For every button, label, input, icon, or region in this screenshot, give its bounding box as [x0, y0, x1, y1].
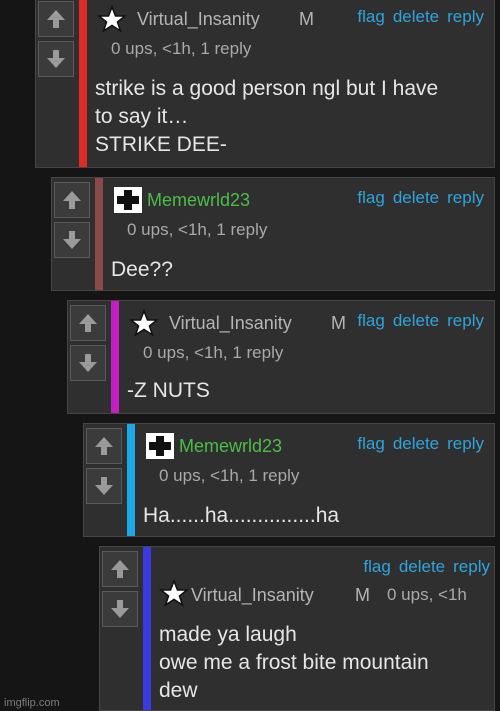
star-icon	[159, 579, 189, 607]
comment-text: strike is a good person ngl but I have t…	[95, 77, 439, 156]
star-icon	[129, 309, 159, 337]
comment-body: Virtual_Insanity M flag delete reply 0 u…	[119, 301, 494, 413]
comment-text: Ha......ha...............ha	[143, 504, 340, 527]
flag-link[interactable]: flag	[357, 7, 384, 27]
comment-actions: flag delete reply	[357, 434, 484, 454]
username-link[interactable]: Virtual_Insanity	[169, 313, 292, 334]
comment-text: made ya laugh owe me a frost bite mounta…	[159, 623, 429, 702]
upvote-button[interactable]	[86, 428, 122, 464]
comment-body: Memewrld23 flag delete reply 0 ups, <1h,…	[103, 178, 494, 290]
arrow-up-icon	[111, 560, 129, 578]
delete-link[interactable]: delete	[393, 7, 439, 27]
comment-text: Dee??	[111, 258, 173, 281]
comment: flag delete reply Virtual_Insanity M 0 u…	[99, 546, 495, 711]
upvote-button[interactable]	[54, 182, 90, 218]
vote-controls	[68, 301, 111, 381]
reply-link[interactable]: reply	[447, 311, 484, 331]
role-badge: M	[331, 313, 346, 333]
cross-icon	[146, 433, 174, 459]
thread-depth-bar	[143, 547, 151, 710]
reply-link[interactable]: reply	[447, 7, 484, 27]
comment: Virtual_Insanity M flag delete reply 0 u…	[67, 300, 495, 414]
arrow-up-icon	[95, 437, 113, 455]
downvote-button[interactable]	[70, 345, 106, 381]
arrow-up-icon	[79, 314, 97, 332]
comment-body: Virtual_Insanity M flag delete reply 0 u…	[87, 0, 494, 167]
comment-actions: flag delete reply	[357, 188, 484, 208]
watermark: imgflip.com	[4, 697, 60, 709]
upvote-button[interactable]	[38, 1, 74, 37]
upvote-button[interactable]	[70, 305, 106, 341]
role-badge: M	[355, 585, 370, 605]
upvote-button[interactable]	[102, 551, 138, 587]
cross-icon	[114, 187, 142, 213]
arrow-up-icon	[63, 191, 81, 209]
vote-controls	[52, 178, 95, 258]
downvote-button[interactable]	[102, 591, 138, 627]
flag-link[interactable]: flag	[357, 434, 384, 454]
username-link[interactable]: Memewrld23	[179, 436, 282, 457]
thread-depth-bar	[127, 424, 135, 536]
comment-meta: 0 ups, <1h, 1 reply	[143, 343, 284, 362]
comment-actions: flag delete reply	[357, 311, 484, 331]
comment-meta: 0 ups, <1h, 1 reply	[159, 466, 300, 485]
delete-link[interactable]: delete	[399, 557, 445, 577]
thread-depth-bar	[111, 301, 119, 413]
comment-header: Virtual_Insanity M flag delete reply	[95, 3, 488, 33]
arrow-down-icon	[47, 50, 65, 68]
flag-link[interactable]: flag	[357, 311, 384, 331]
comment-header: Memewrld23 flag delete reply	[111, 184, 488, 213]
comment: Virtual_Insanity M flag delete reply 0 u…	[35, 0, 495, 168]
comment: Memewrld23 flag delete reply 0 ups, <1h,…	[83, 423, 495, 537]
arrow-down-icon	[79, 354, 97, 372]
arrow-down-icon	[63, 231, 81, 249]
comment-text: -Z NUTS	[127, 379, 210, 402]
reply-link[interactable]: reply	[453, 557, 490, 577]
thread-depth-bar	[95, 178, 103, 290]
comment-meta: 0 ups, <1h, 1 reply	[127, 220, 268, 239]
role-badge: M	[299, 9, 314, 29]
vote-controls	[36, 0, 79, 77]
comment-body: flag delete reply Virtual_Insanity M 0 u…	[151, 547, 494, 710]
downvote-button[interactable]	[86, 468, 122, 504]
comment-meta: 0 ups, <1h, 1 reply	[111, 39, 252, 58]
reply-link[interactable]: reply	[447, 188, 484, 208]
username-link[interactable]: Virtual_Insanity	[137, 9, 260, 30]
arrow-down-icon	[95, 477, 113, 495]
arrow-down-icon	[111, 600, 129, 618]
username-link[interactable]: Memewrld23	[147, 190, 250, 211]
flag-link[interactable]: flag	[357, 188, 384, 208]
star-icon	[97, 5, 127, 33]
delete-link[interactable]: delete	[393, 188, 439, 208]
delete-link[interactable]: delete	[393, 434, 439, 454]
comment-header: Memewrld23 flag delete reply	[143, 430, 488, 459]
downvote-button[interactable]	[54, 222, 90, 258]
vote-controls	[84, 424, 127, 504]
comment-actions: flag delete reply	[357, 7, 484, 27]
reply-link[interactable]: reply	[447, 434, 484, 454]
comment: Memewrld23 flag delete reply 0 ups, <1h,…	[51, 177, 495, 291]
comment-body: Memewrld23 flag delete reply 0 ups, <1h,…	[135, 424, 494, 536]
downvote-button[interactable]	[38, 41, 74, 77]
flag-link[interactable]: flag	[363, 557, 390, 577]
vote-controls	[100, 547, 143, 627]
comment-meta: 0 ups, <1h	[387, 585, 467, 604]
arrow-up-icon	[47, 10, 65, 28]
delete-link[interactable]: delete	[393, 311, 439, 331]
comment-header: Virtual_Insanity M flag delete reply	[127, 307, 488, 337]
thread-depth-bar	[79, 0, 87, 167]
username-link[interactable]: Virtual_Insanity	[191, 585, 314, 606]
comment-actions: flag delete reply	[363, 557, 490, 577]
